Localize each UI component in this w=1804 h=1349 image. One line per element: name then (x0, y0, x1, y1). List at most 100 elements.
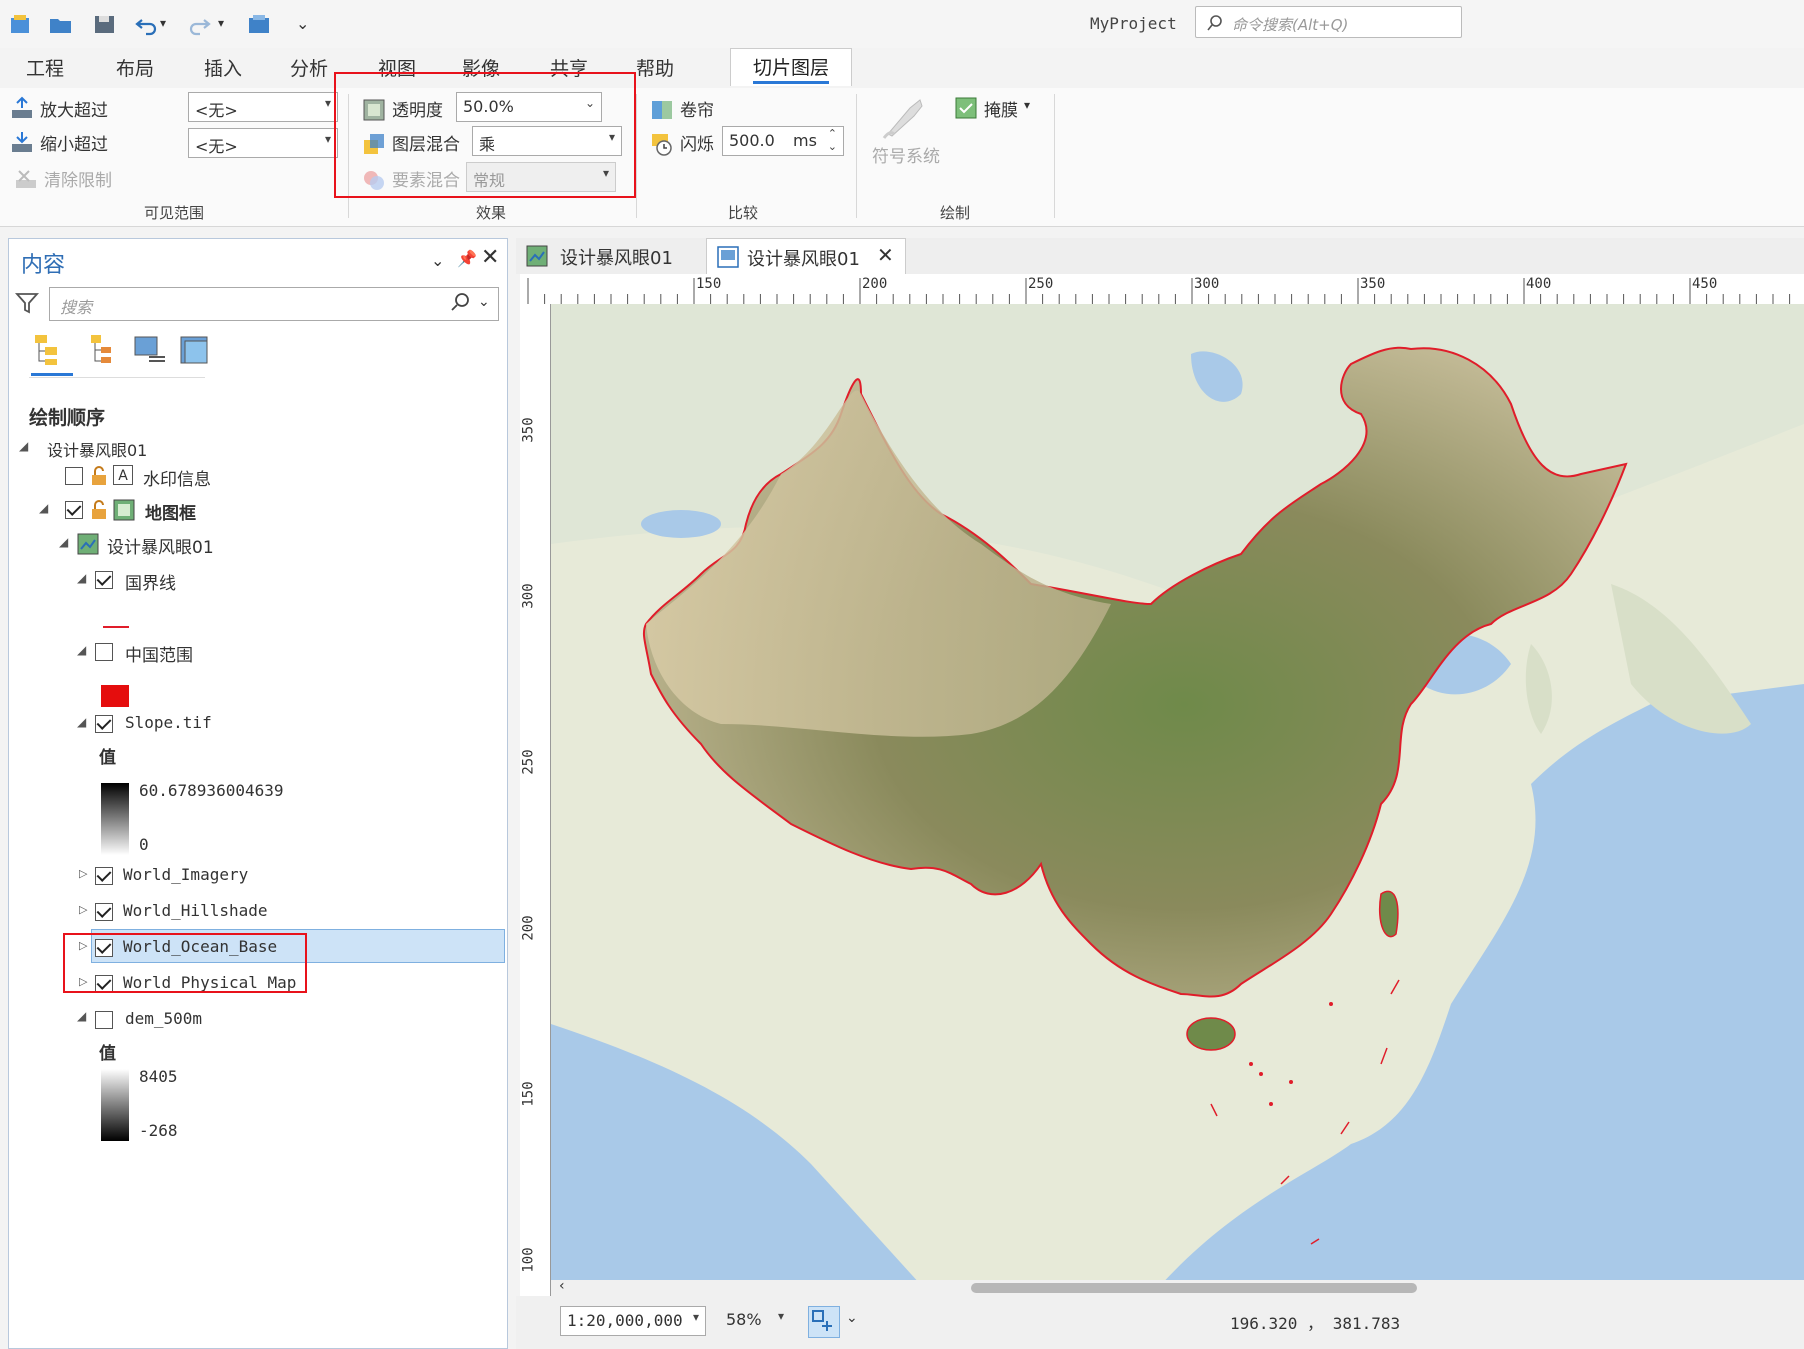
chevron-down-icon[interactable]: ⌄ (431, 251, 444, 270)
china-extent-checkbox[interactable] (95, 643, 113, 661)
undo-dropdown-icon[interactable]: ▾ (160, 16, 186, 40)
collapse-triangle-icon[interactable]: ▷ (79, 867, 87, 880)
list-by-drawing-order-icon[interactable] (33, 333, 67, 371)
map-frame-layer[interactable]: 地图框 (145, 499, 196, 524)
active-view-indicator (31, 373, 73, 376)
list-by-snapping-icon[interactable] (179, 335, 213, 373)
tab-map-view[interactable]: 设计暴风眼01 (516, 238, 692, 274)
map-layer-node[interactable]: 设计暴风眼01 (107, 533, 214, 558)
hillshade-checkbox[interactable] (95, 903, 113, 921)
boundary-symbol (103, 626, 129, 628)
contents-search-placeholder: 搜索 (60, 298, 93, 317)
map-frame-checkbox[interactable] (65, 501, 83, 519)
hillshade-layer[interactable]: World_Hillshade (123, 901, 268, 920)
layout-tools-icon[interactable] (808, 1306, 840, 1338)
filter-icon[interactable] (14, 291, 40, 315)
catalog-icon[interactable] (246, 12, 272, 36)
expand-triangle-icon[interactable]: ◢ (77, 715, 86, 729)
search-icon (1207, 15, 1222, 31)
zoom-in-beyond-icon (10, 96, 34, 120)
boundary-checkbox[interactable] (95, 571, 113, 589)
ruler-tick-label: 150 (520, 1081, 537, 1107)
clear-limits-button[interactable]: 清除限制 (44, 166, 112, 191)
scale-select[interactable]: 1:20,000,000 ▾ (560, 1306, 706, 1336)
watermark-checkbox[interactable] (65, 467, 83, 485)
expand-triangle-icon[interactable]: ◢ (59, 535, 68, 549)
horizontal-ruler: 150 200 250 300 350 400 450 (520, 274, 1804, 305)
tab-project[interactable]: 工程 (26, 54, 64, 81)
close-icon[interactable]: ✕ (877, 243, 894, 267)
ribbon-separator (1054, 94, 1055, 218)
dem-layer[interactable]: dem_500m (125, 1009, 202, 1028)
flicker-icon (650, 132, 674, 156)
zoom-in-beyond-select[interactable]: <无> ▾ (188, 92, 338, 122)
symbology-icon (880, 94, 928, 142)
tab-layout-view[interactable]: 设计暴风眼01 ✕ (706, 238, 906, 274)
imagery-checkbox[interactable] (95, 867, 113, 885)
chevron-left-icon[interactable]: ‹ (559, 1278, 565, 1294)
customize-toolbar-icon[interactable]: ⌄ (296, 14, 322, 38)
horizontal-scrollbar[interactable]: ‹ (551, 1278, 1804, 1296)
ruler-tick-label: 200 (862, 276, 888, 292)
open-project-icon[interactable] (48, 12, 74, 36)
zoom-out-beyond-select[interactable]: <无> ▾ (188, 128, 338, 158)
pin-icon[interactable]: 📌 (457, 249, 477, 268)
save-icon[interactable] (92, 12, 118, 36)
mask-button[interactable]: 掩膜 (984, 96, 1018, 121)
boundary-layer[interactable]: 国界线 (125, 569, 176, 594)
zoom-value: 58% (726, 1310, 762, 1329)
expand-triangle-icon[interactable]: ◢ (77, 1009, 86, 1023)
scale-value: 1:20,000,000 (567, 1311, 683, 1330)
redo-dropdown-icon[interactable]: ▾ (218, 16, 244, 40)
expand-triangle-icon[interactable]: ◢ (77, 571, 86, 585)
swipe-button[interactable]: 卷帘 (680, 96, 714, 121)
expand-triangle-icon[interactable]: ◢ (39, 501, 48, 515)
scrollbar-thumb[interactable] (971, 1283, 1417, 1293)
lock-icon[interactable] (89, 499, 111, 525)
imagery-layer[interactable]: World_Imagery (123, 865, 248, 884)
watermark-layer[interactable]: 水印信息 (143, 465, 211, 490)
redo-icon[interactable] (186, 12, 212, 36)
tab-help[interactable]: 帮助 (636, 54, 674, 81)
close-icon[interactable]: ✕ (481, 245, 499, 270)
tab-insert[interactable]: 插入 (204, 54, 242, 81)
list-by-selection-icon[interactable] (133, 335, 167, 369)
contents-search-input[interactable]: 搜索 ⌄ (49, 287, 499, 321)
divider (29, 377, 205, 378)
map-node[interactable]: 设计暴风眼01 (47, 437, 147, 461)
undo-icon[interactable] (134, 12, 160, 36)
list-by-source-icon[interactable] (89, 333, 119, 371)
ribbon-separator (856, 94, 857, 218)
slope-layer[interactable]: Slope.tif (125, 713, 212, 732)
clear-limits-icon (14, 166, 38, 190)
zoom-in-beyond-button[interactable]: 放大超过 (40, 96, 108, 121)
stepper-icon[interactable]: ⌃ ⌄ (828, 127, 837, 153)
tab-analysis[interactable]: 分析 (290, 54, 328, 81)
symbology-button[interactable]: 符号系统 (872, 142, 940, 167)
chevron-down-icon: ▾ (777, 1309, 784, 1323)
dem-checkbox[interactable] (95, 1011, 113, 1029)
new-project-icon[interactable] (8, 12, 34, 36)
chevron-down-icon[interactable]: ▾ (1024, 98, 1030, 112)
china-extent-layer[interactable]: 中国范围 (125, 641, 193, 666)
chevron-down-icon[interactable]: ⌄ (846, 1310, 858, 1326)
group-label-compare: 比较 (728, 204, 759, 222)
flicker-rate-input[interactable]: 500.0 ms ⌃ ⌄ (722, 126, 844, 156)
expand-triangle-icon[interactable]: ◢ (77, 643, 86, 657)
lock-icon[interactable] (89, 465, 111, 491)
tab-layout[interactable]: 布局 (116, 54, 154, 81)
search-icon[interactable] (450, 292, 470, 316)
collapse-triangle-icon[interactable]: ▷ (79, 903, 87, 916)
ribbon-separator (636, 94, 637, 218)
layout-icon (717, 246, 739, 273)
chevron-down-icon[interactable]: ⌄ (478, 294, 490, 310)
drawing-order-heading: 绘制顺序 (29, 407, 106, 429)
zoom-out-beyond-button[interactable]: 缩小超过 (40, 130, 108, 155)
command-search-input[interactable]: 命令搜索(Alt+Q) (1195, 6, 1462, 38)
expand-triangle-icon[interactable]: ◢ (19, 439, 28, 453)
slope-checkbox[interactable] (95, 715, 113, 733)
map-canvas[interactable]: ‹ (551, 304, 1804, 1296)
zoom-select[interactable]: 58% ▾ (720, 1306, 790, 1336)
tab-tile-layer[interactable]: 切片图层 (730, 48, 853, 86)
chevron-down-icon: ▾ (324, 132, 331, 146)
